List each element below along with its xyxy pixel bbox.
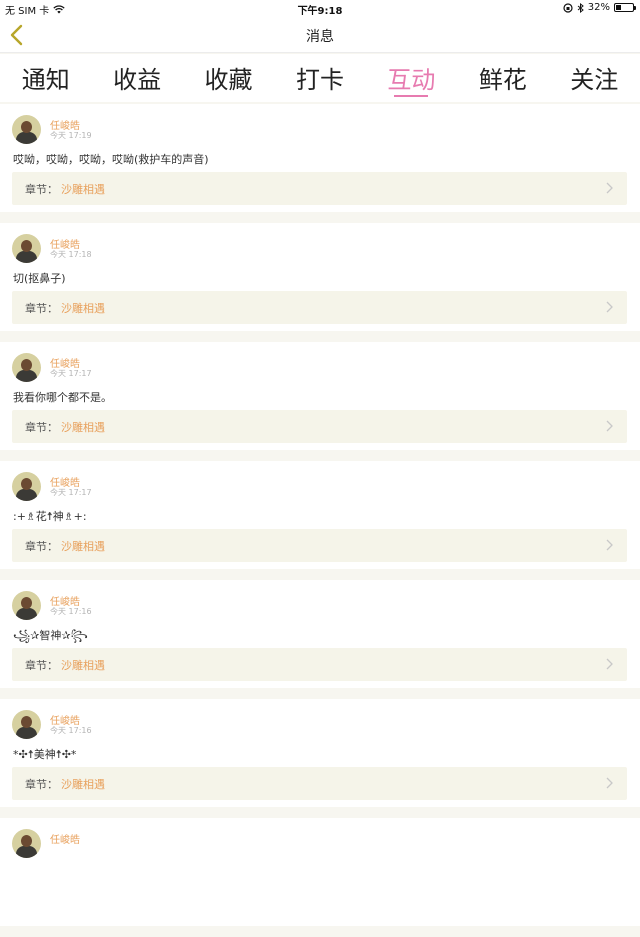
message-card: 任峻皓 今天 17:18 切(抠鼻子) 章节： 沙雕相遇: [0, 223, 640, 331]
tab-0[interactable]: 通知: [0, 54, 91, 102]
message-text: 切(抠鼻子): [13, 272, 66, 285]
avatar[interactable]: [12, 472, 41, 501]
tab-label: 通知: [21, 66, 70, 94]
tab-label: 互动: [387, 66, 436, 94]
user-name[interactable]: 任峻皓: [50, 831, 80, 846]
message-text: *✣☨美神☨✣*: [13, 748, 77, 761]
message-list: 任峻皓 今天 17:19 哎呦，哎呦，哎呦，哎呦(救护车的声音) 章节： 沙雕相遇 任峻皓…: [0, 104, 640, 937]
chevron-right-icon: [606, 658, 613, 670]
tab-2[interactable]: 收藏: [183, 54, 274, 102]
avatar-body: [16, 608, 37, 620]
orientation-lock-icon: [563, 2, 573, 13]
battery-icon: [614, 3, 636, 12]
avatar-body: [16, 370, 37, 382]
page-title: 消息: [306, 29, 334, 45]
chapter-link[interactable]: 章节： 沙雕相遇: [12, 648, 627, 681]
avatar-body: [16, 846, 37, 858]
chapter-label: 章节：: [25, 302, 58, 315]
tab-6[interactable]: 关注: [549, 54, 640, 102]
chevron-right-icon: [606, 301, 613, 313]
chevron-right-icon: [606, 539, 613, 551]
tab-5[interactable]: 鲜花: [457, 54, 548, 102]
status-bar: 无 SIM 卡 下午9:18 32%: [0, 0, 640, 17]
battery-fill: [616, 5, 622, 10]
timestamp: 今天 17:16: [50, 726, 92, 735]
chapter-label: 章节：: [25, 421, 58, 434]
tab-4[interactable]: 互动: [366, 54, 457, 102]
message-card: 任峻皓 今天 17:17:+♗花☨神♗+: 章节： 沙雕相遇: [0, 461, 640, 569]
avatar-head: [21, 716, 32, 728]
timestamp: 今天 17:17: [50, 369, 92, 378]
tab-1[interactable]: 收益: [91, 54, 182, 102]
active-tab-indicator: [394, 95, 429, 97]
chapter-name: 沙雕相遇: [61, 778, 105, 791]
avatar-head: [21, 359, 32, 371]
message-card: 任峻皓 今天 17:17 我看你哪个都不是。 章节： 沙雕相遇: [0, 342, 640, 450]
chevron-right-icon: [606, 182, 613, 194]
chapter-label: 章节：: [25, 183, 58, 196]
tab-3[interactable]: 打卡: [274, 54, 365, 102]
avatar[interactable]: [12, 234, 41, 263]
chapter-name: 沙雕相遇: [61, 540, 105, 553]
tab-label: 收藏: [204, 66, 253, 94]
avatar-body: [16, 251, 37, 263]
chapter-link[interactable]: 章节： 沙雕相遇: [12, 172, 627, 205]
chapter-link[interactable]: 章节： 沙雕相遇: [12, 767, 627, 800]
message-text: 哎呦，哎呦，哎呦，哎呦(救护车的声音): [13, 153, 209, 166]
timestamp: 今天 17:19: [50, 131, 92, 140]
chapter-link[interactable]: 章节： 沙雕相遇: [12, 529, 627, 562]
chevron-right-icon: [606, 420, 613, 432]
chapter-label: 章节：: [25, 778, 58, 791]
message-card: 任峻皓 今天 17:16 ꧁✰智神✰꧂ 章节： 沙雕相遇: [0, 580, 640, 688]
timestamp: 今天 17:16: [50, 607, 92, 616]
timestamp: 今天 17:17: [50, 488, 92, 497]
avatar-body: [16, 132, 37, 144]
message-text: ꧁✰智神✰꧂: [13, 629, 88, 642]
message-card: 任峻皓 今天 17:19 哎呦，哎呦，哎呦，哎呦(救护车的声音) 章节： 沙雕相遇: [0, 104, 640, 212]
tab-label: 收益: [113, 66, 162, 94]
avatar-head: [21, 835, 32, 847]
chapter-label: 章节：: [25, 659, 58, 672]
status-time: 下午9:18: [297, 6, 343, 17]
avatar[interactable]: [12, 829, 41, 858]
status-right: 32%: [563, 2, 636, 13]
avatar-body: [16, 489, 37, 501]
tab-label: 关注: [570, 66, 619, 94]
message-text: 我看你哪个都不是。: [13, 391, 112, 404]
avatar-head: [21, 597, 32, 609]
message-text: :+♗花☨神♗+:: [13, 510, 87, 523]
chapter-link[interactable]: 章节： 沙雕相遇: [12, 291, 627, 324]
avatar-head: [21, 240, 32, 252]
avatar-head: [21, 478, 32, 490]
avatar-body: [16, 727, 37, 739]
chapter-name: 沙雕相遇: [61, 421, 105, 434]
chevron-right-icon: [606, 777, 613, 789]
avatar[interactable]: [12, 115, 41, 144]
tab-label: 打卡: [295, 66, 344, 94]
avatar[interactable]: [12, 353, 41, 382]
message-card: 任峻皓: [0, 818, 640, 926]
nav-bar: 消息: [0, 17, 640, 53]
avatar[interactable]: [12, 710, 41, 739]
tab-label: 鲜花: [478, 66, 527, 94]
chapter-name: 沙雕相遇: [61, 302, 105, 315]
battery-percent: 32%: [587, 2, 610, 13]
tab-bar: 通知 收益 收藏 打卡 互动 鲜花 关注: [0, 54, 640, 102]
avatar[interactable]: [12, 591, 41, 620]
chapter-label: 章节：: [25, 540, 58, 553]
timestamp: 今天 17:18: [50, 250, 92, 259]
chapter-name: 沙雕相遇: [61, 183, 105, 196]
chapter-name: 沙雕相遇: [61, 659, 105, 672]
avatar-head: [21, 121, 32, 133]
chapter-link[interactable]: 章节： 沙雕相遇: [12, 410, 627, 443]
bluetooth-icon: [577, 2, 584, 13]
message-card: 任峻皓 今天 17:16 *✣☨美神☨✣* 章节： 沙雕相遇: [0, 699, 640, 807]
